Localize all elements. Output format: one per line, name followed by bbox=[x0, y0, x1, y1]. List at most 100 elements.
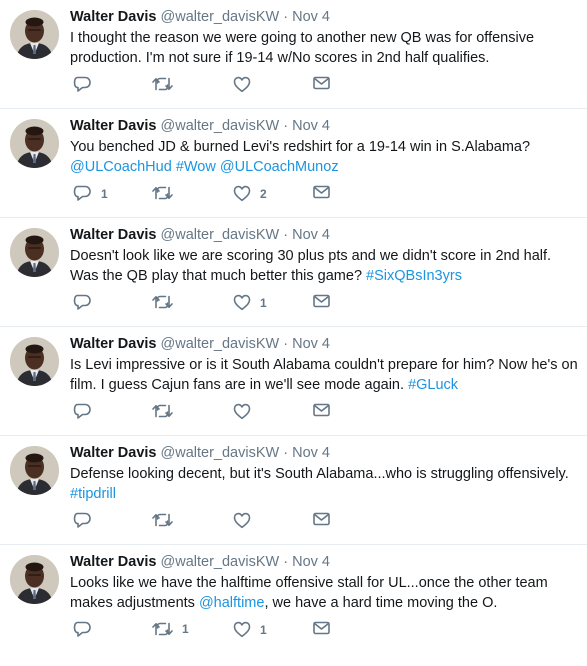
direct-message-button[interactable] bbox=[313, 512, 330, 526]
reply-icon bbox=[73, 294, 92, 311]
hashtag-link[interactable]: #GLuck bbox=[408, 377, 458, 393]
like-button[interactable] bbox=[233, 76, 260, 93]
avatar[interactable] bbox=[10, 10, 59, 59]
like-count: 2 bbox=[260, 186, 267, 201]
tweet-text: Doesn't look like we are scoring 30 plus… bbox=[70, 246, 579, 286]
direct-message-button[interactable] bbox=[313, 76, 330, 90]
author-handle[interactable]: @walter_davisKW bbox=[161, 554, 280, 570]
author-handle[interactable]: @walter_davisKW bbox=[161, 445, 280, 461]
tweet-timestamp[interactable]: Nov 4 bbox=[292, 554, 330, 570]
reply-icon bbox=[73, 512, 92, 529]
direct-message-button[interactable] bbox=[313, 294, 330, 308]
retweet-button[interactable]: 1 bbox=[152, 621, 189, 637]
separator-dot: · bbox=[283, 554, 289, 570]
direct-message-button[interactable] bbox=[313, 403, 330, 417]
tweet-actions bbox=[70, 76, 350, 96]
separator-dot: · bbox=[283, 227, 289, 243]
tweet-actions bbox=[70, 512, 350, 532]
avatar[interactable] bbox=[10, 119, 59, 168]
tweet-timestamp[interactable]: Nov 4 bbox=[292, 227, 330, 243]
retweet-button[interactable] bbox=[152, 512, 182, 528]
avatar[interactable] bbox=[10, 446, 59, 495]
author-name[interactable]: Walter Davis bbox=[70, 118, 157, 134]
retweet-icon bbox=[152, 76, 173, 92]
reply-button[interactable] bbox=[73, 76, 101, 93]
retweet-icon bbox=[152, 294, 173, 310]
reply-button[interactable] bbox=[73, 621, 101, 638]
tweet-text: Is Levi impressive or is it South Alabam… bbox=[70, 355, 579, 395]
envelope-icon bbox=[313, 294, 330, 308]
tweet-text: Looks like we have the halftime offensiv… bbox=[70, 573, 579, 613]
tweet-text: You benched JD & burned Levi's redshirt … bbox=[70, 137, 579, 177]
reply-button[interactable] bbox=[73, 403, 101, 420]
retweet-icon bbox=[152, 512, 173, 528]
retweet-button[interactable] bbox=[152, 76, 182, 92]
direct-message-button[interactable] bbox=[313, 185, 330, 199]
tweet-feed: Walter Davis @walter_davisKW · Nov 4 I t… bbox=[0, 0, 587, 654]
author-name[interactable]: Walter Davis bbox=[70, 9, 157, 25]
tweet-text-segment: , we have a hard time moving the O. bbox=[264, 595, 498, 611]
reply-icon bbox=[73, 403, 92, 420]
avatar[interactable] bbox=[10, 555, 59, 604]
tweet[interactable]: Walter Davis @walter_davisKW · Nov 4 Is … bbox=[0, 327, 587, 436]
hashtag-link[interactable]: #tipdrill bbox=[70, 486, 116, 502]
tweet[interactable]: Walter Davis @walter_davisKW · Nov 4 Loo… bbox=[0, 545, 587, 654]
tweet-actions bbox=[70, 403, 350, 423]
tweet-actions: 1 2 bbox=[70, 185, 350, 205]
envelope-icon bbox=[313, 621, 330, 635]
reply-count: 1 bbox=[101, 186, 108, 201]
reply-button[interactable] bbox=[73, 294, 101, 311]
author-handle[interactable]: @walter_davisKW bbox=[161, 9, 280, 25]
heart-icon bbox=[233, 403, 251, 420]
like-button[interactable] bbox=[233, 403, 260, 420]
like-button[interactable] bbox=[233, 512, 260, 529]
retweet-icon bbox=[152, 403, 173, 419]
tweet-timestamp[interactable]: Nov 4 bbox=[292, 445, 330, 461]
author-handle[interactable]: @walter_davisKW bbox=[161, 227, 280, 243]
tweet[interactable]: Walter Davis @walter_davisKW · Nov 4 I t… bbox=[0, 0, 587, 109]
author-name[interactable]: Walter Davis bbox=[70, 445, 157, 461]
separator-dot: · bbox=[283, 9, 289, 25]
like-button[interactable]: 1 bbox=[233, 621, 267, 638]
mention-link[interactable]: @halftime bbox=[199, 595, 265, 611]
avatar[interactable] bbox=[10, 228, 59, 277]
reply-button[interactable]: 1 bbox=[73, 185, 108, 202]
retweet-icon bbox=[152, 621, 173, 637]
like-button[interactable]: 2 bbox=[233, 185, 267, 202]
tweet[interactable]: Walter Davis @walter_davisKW · Nov 4 You… bbox=[0, 109, 587, 218]
separator-dot: · bbox=[283, 445, 289, 461]
tweet-text-segment: Is Levi impressive or is it South Alabam… bbox=[70, 357, 578, 393]
mention-link[interactable]: @ULCoachHud bbox=[70, 159, 172, 175]
author-handle[interactable]: @walter_davisKW bbox=[161, 336, 280, 352]
tweet-timestamp[interactable]: Nov 4 bbox=[292, 9, 330, 25]
hashtag-link[interactable]: #SixQBsIn3yrs bbox=[366, 268, 462, 284]
tweet-timestamp[interactable]: Nov 4 bbox=[292, 336, 330, 352]
tweet-timestamp[interactable]: Nov 4 bbox=[292, 118, 330, 134]
retweet-button[interactable] bbox=[152, 403, 182, 419]
tweet-text-segment: I thought the reason we were going to an… bbox=[70, 30, 535, 66]
author-handle[interactable]: @walter_davisKW bbox=[161, 118, 280, 134]
envelope-icon bbox=[313, 76, 330, 90]
like-count: 1 bbox=[260, 295, 267, 310]
retweet-button[interactable] bbox=[152, 185, 182, 201]
tweet-actions: 1 bbox=[70, 294, 350, 314]
avatar[interactable] bbox=[10, 337, 59, 386]
author-name[interactable]: Walter Davis bbox=[70, 554, 157, 570]
retweet-button[interactable] bbox=[152, 294, 182, 310]
reply-icon bbox=[73, 76, 92, 93]
author-name[interactable]: Walter Davis bbox=[70, 336, 157, 352]
like-button[interactable]: 1 bbox=[233, 294, 267, 311]
reply-button[interactable] bbox=[73, 512, 101, 529]
tweet-text-segment: Defense looking decent, but it's South A… bbox=[70, 466, 569, 482]
tweet-text: Defense looking decent, but it's South A… bbox=[70, 464, 579, 504]
tweet-text-segment: You benched JD & burned Levi's redshirt … bbox=[70, 139, 531, 155]
heart-icon bbox=[233, 294, 251, 311]
tweet-actions: 1 1 bbox=[70, 621, 350, 641]
tweet[interactable]: Walter Davis @walter_davisKW · Nov 4 Doe… bbox=[0, 218, 587, 327]
hashtag-link[interactable]: #Wow bbox=[176, 159, 216, 175]
heart-icon bbox=[233, 76, 251, 93]
mention-link[interactable]: @ULCoachMunoz bbox=[220, 159, 339, 175]
author-name[interactable]: Walter Davis bbox=[70, 227, 157, 243]
tweet[interactable]: Walter Davis @walter_davisKW · Nov 4 Def… bbox=[0, 436, 587, 545]
direct-message-button[interactable] bbox=[313, 621, 330, 635]
